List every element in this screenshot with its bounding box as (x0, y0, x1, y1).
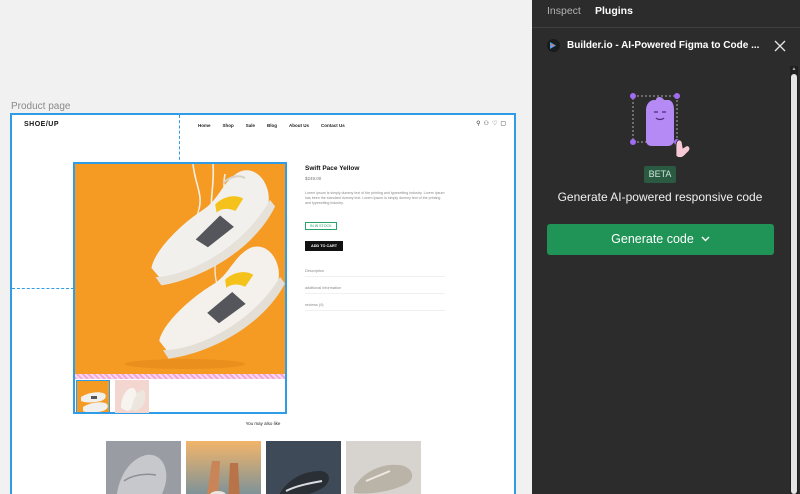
panel-tabs: Inspect Plugins (532, 0, 800, 28)
site-logo: SHOE/UP (24, 121, 60, 128)
beta-badge: BETA (644, 166, 676, 183)
product-info: Swift Pace Yellow $249.00 Lorem ipsum is… (305, 165, 445, 320)
recommended-image-3 (266, 441, 341, 494)
header-icons: ⚲ ⚇ ♡ ▢ (476, 121, 506, 127)
heart-icon: ♡ (491, 121, 498, 127)
ai-robot-illustration (628, 90, 694, 160)
product-page-frame[interactable]: SHOE/UP Home Shop Sale Blog About Us Con… (10, 113, 516, 494)
recommended-image-1 (106, 441, 181, 494)
figma-canvas[interactable]: Product page SHOE/UP Home Shop Sale Blog… (0, 0, 532, 494)
thumbnail-image-1[interactable] (76, 380, 110, 413)
plugin-header: Builder.io - AI-Powered Figma to Code ..… (532, 29, 800, 63)
generate-code-label: Generate code (611, 232, 694, 246)
close-icon[interactable] (773, 39, 787, 53)
plugin-title: Builder.io - AI-Powered Figma to Code ..… (567, 40, 760, 51)
accordion-additional-info: additional information (305, 286, 445, 294)
tab-inspect[interactable]: Inspect (547, 5, 581, 17)
panel-scrollbar[interactable]: ▲ (790, 66, 798, 494)
cart-icon: ▢ (500, 121, 506, 127)
thumbnail-image-2[interactable] (115, 380, 149, 413)
scroll-up-arrow-icon[interactable]: ▲ (791, 66, 797, 72)
right-panel: Inspect Plugins Builder.io - AI-Powered … (532, 0, 800, 494)
builder-io-logo-icon (547, 39, 560, 52)
nav-item-contact: Contact Us (321, 123, 345, 128)
nav-item-blog: Blog (267, 123, 278, 128)
product-price: $249.00 (305, 176, 322, 181)
chevron-down-icon (701, 224, 710, 255)
nav-item-about: About Us (289, 123, 310, 128)
spacing-guide-vertical (179, 115, 180, 165)
accordion-description: Description (305, 269, 445, 277)
recommended-image-2 (186, 441, 261, 494)
search-icon: ⚲ (476, 121, 481, 127)
site-header: SHOE/UP Home Shop Sale Blog About Us Con… (12, 115, 514, 137)
tab-plugins[interactable]: Plugins (595, 5, 633, 17)
user-icon: ⚇ (483, 121, 489, 127)
site-nav: Home Shop Sale Blog About Us Contact Us (198, 123, 357, 128)
product-title: Swift Pace Yellow (305, 165, 360, 172)
spacing-guide-horizontal (12, 288, 74, 289)
product-description: Lorem ipsum is simply dummy text of the … (305, 191, 445, 205)
add-to-cart-button: ADD TO CART (305, 241, 343, 251)
recommended-image-4 (346, 441, 421, 494)
nav-item-shop: Shop (222, 123, 234, 128)
thumbnail-strip (75, 379, 285, 413)
product-gallery[interactable] (73, 162, 287, 414)
stock-badge: IN IN STOCK (305, 222, 337, 230)
frame-label[interactable]: Product page (11, 101, 71, 112)
you-may-also-like-heading: You may also like (245, 421, 281, 426)
nav-item-sale: Sale (245, 123, 256, 128)
accordion-reviews: reviews (0) (305, 303, 445, 311)
plugin-headline: Generate AI-powered responsive code (557, 190, 763, 204)
generate-code-button[interactable]: Generate code (547, 224, 774, 255)
scroll-thumb[interactable] (791, 74, 797, 494)
nav-item-home: Home (198, 123, 211, 128)
product-hero-image (75, 164, 285, 374)
